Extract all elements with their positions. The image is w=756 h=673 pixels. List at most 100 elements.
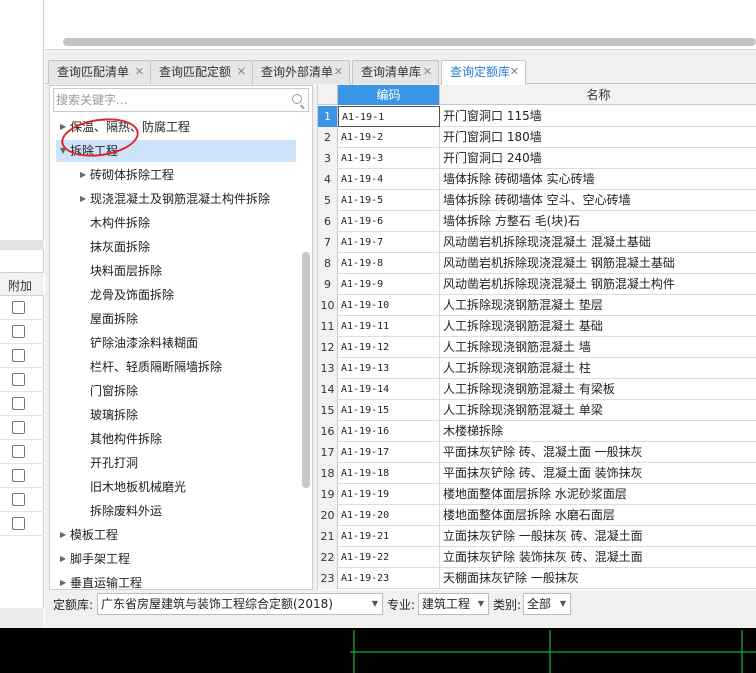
tab-quota-library[interactable]: 查询定额库 ✕: [441, 60, 526, 85]
table-row[interactable]: 10 A1-19-10 人工拆除现浇钢筋混凝土 垫层: [318, 295, 756, 316]
code-cell[interactable]: A1-19-12: [338, 337, 440, 358]
name-cell[interactable]: 风动凿岩机拆除现浇混凝土 混凝土基础: [440, 232, 756, 253]
close-icon[interactable]: ✕: [334, 61, 343, 83]
code-cell[interactable]: A1-19-9: [338, 274, 440, 295]
tree-item[interactable]: 其他构件拆除: [50, 428, 300, 450]
expand-right-icon[interactable]: ▶: [80, 188, 86, 210]
code-cell[interactable]: A1-19-17: [338, 442, 440, 463]
table-row[interactable]: 11 A1-19-11 人工拆除现浇钢筋混凝土 基础: [318, 316, 756, 337]
row-checkbox[interactable]: [12, 325, 25, 338]
tree-item[interactable]: 木构件拆除: [50, 212, 300, 234]
tree-scrollbar[interactable]: [302, 252, 310, 488]
tree-item[interactable]: 玻璃拆除: [50, 404, 300, 426]
expand-right-icon[interactable]: ▶: [80, 164, 86, 186]
code-cell[interactable]: A1-19-13: [338, 358, 440, 379]
magnifier-icon[interactable]: [292, 94, 302, 104]
name-cell[interactable]: 人工拆除现浇钢筋混凝土 基础: [440, 316, 756, 337]
table-row[interactable]: 2 A1-19-2 开门窗洞口 180墙: [318, 127, 756, 148]
name-cell[interactable]: 墙体拆除 砖砌墙体 空斗、空心砖墙: [440, 190, 756, 211]
tab-match-quota[interactable]: 查询匹配定额 ✕: [150, 60, 253, 84]
name-cell[interactable]: 平面抹灰铲除 砖、混凝土面 一般抹灰: [440, 442, 756, 463]
code-cell[interactable]: A1-19-3: [338, 148, 440, 169]
table-row[interactable]: 20 A1-19-20 楼地面整体面层拆除 水磨石面层: [318, 505, 756, 526]
search-input[interactable]: [56, 91, 284, 109]
code-cell[interactable]: A1-19-4: [338, 169, 440, 190]
table-row[interactable]: 14 A1-19-14 人工拆除现浇钢筋混凝土 有梁板: [318, 379, 756, 400]
table-row[interactable]: 17 A1-19-17 平面抹灰铲除 砖、混凝土面 一般抹灰: [318, 442, 756, 463]
table-row[interactable]: 9 A1-19-9 风动凿岩机拆除现浇混凝土 钢筋混凝土构件: [318, 274, 756, 295]
code-cell[interactable]: A1-19-16: [338, 421, 440, 442]
code-cell[interactable]: A1-19-1: [338, 106, 440, 127]
code-cell[interactable]: A1-19-7: [338, 232, 440, 253]
expand-right-icon[interactable]: ▶: [60, 572, 66, 589]
tree-item[interactable]: 开孔打洞: [50, 452, 300, 474]
tab-list-library[interactable]: 查询清单库 ✕: [352, 60, 439, 84]
name-cell[interactable]: 天棚面抹灰铲除 一般抹灰: [440, 568, 756, 589]
code-cell[interactable]: A1-19-10: [338, 295, 440, 316]
name-cell[interactable]: 墙体拆除 方整石 毛(块)石: [440, 211, 756, 232]
name-cell[interactable]: 立面抹灰铲除 一般抹灰 砖、混凝土面: [440, 526, 756, 547]
tab-external-list[interactable]: 查询外部清单 ✕: [252, 60, 350, 84]
name-cell[interactable]: 楼地面整体面层拆除 水磨石面层: [440, 505, 756, 526]
tree-item[interactable]: 拆除废料外运: [50, 500, 300, 522]
horizontal-scrollbar[interactable]: [63, 38, 756, 46]
name-cell[interactable]: 墙体拆除 砖砌墙体 实心砖墙: [440, 169, 756, 190]
close-icon[interactable]: ✕: [237, 61, 246, 83]
table-row[interactable]: 8 A1-19-8 风动凿岩机拆除现浇混凝土 钢筋混凝土基础: [318, 253, 756, 274]
code-cell[interactable]: A1-19-11: [338, 316, 440, 337]
code-cell[interactable]: A1-19-18: [338, 463, 440, 484]
close-icon[interactable]: ✕: [423, 61, 432, 83]
name-cell[interactable]: 开门窗洞口 240墙: [440, 148, 756, 169]
tree-item[interactable]: ▶ 垂直运输工程: [50, 572, 300, 589]
column-header-code[interactable]: 编码: [338, 85, 440, 105]
name-cell[interactable]: 风动凿岩机拆除现浇混凝土 钢筋混凝土构件: [440, 274, 756, 295]
name-cell[interactable]: 开门窗洞口 115墙: [440, 106, 756, 127]
row-checkbox[interactable]: [12, 445, 25, 458]
code-cell[interactable]: A1-19-2: [338, 127, 440, 148]
tree-item[interactable]: 铲除油漆涂料裱糊面: [50, 332, 300, 354]
table-row[interactable]: 23 A1-19-23 天棚面抹灰铲除 一般抹灰: [318, 568, 756, 589]
tree-item[interactable]: ▶ 脚手架工程: [50, 548, 300, 570]
table-row[interactable]: 13 A1-19-13 人工拆除现浇钢筋混凝土 柱: [318, 358, 756, 379]
row-checkbox[interactable]: [12, 421, 25, 434]
tree-item[interactable]: ▶ 模板工程: [50, 524, 300, 546]
row-checkbox[interactable]: [12, 469, 25, 482]
code-cell[interactable]: A1-19-21: [338, 526, 440, 547]
code-cell[interactable]: A1-19-6: [338, 211, 440, 232]
tab-match-list[interactable]: 查询匹配清单 ✕: [48, 60, 151, 84]
close-icon[interactable]: ✕: [135, 61, 144, 83]
row-checkbox[interactable]: [12, 373, 25, 386]
column-header-name[interactable]: 名称: [440, 85, 756, 105]
table-row[interactable]: 19 A1-19-19 楼地面整体面层拆除 水泥砂浆面层: [318, 484, 756, 505]
tree-item[interactable]: 屋面拆除: [50, 308, 300, 330]
code-cell[interactable]: A1-19-20: [338, 505, 440, 526]
table-row[interactable]: 6 A1-19-6 墙体拆除 方整石 毛(块)石: [318, 211, 756, 232]
name-cell[interactable]: 人工拆除现浇钢筋混凝土 墙: [440, 337, 756, 358]
row-checkbox[interactable]: [12, 517, 25, 530]
name-cell[interactable]: 平面抹灰铲除 砖、混凝土面 装饰抹灰: [440, 463, 756, 484]
table-row[interactable]: 21 A1-19-21 立面抹灰铲除 一般抹灰 砖、混凝土面: [318, 526, 756, 547]
table-row[interactable]: 3 A1-19-3 开门窗洞口 240墙: [318, 148, 756, 169]
table-row[interactable]: 18 A1-19-18 平面抹灰铲除 砖、混凝土面 装饰抹灰: [318, 463, 756, 484]
table-row[interactable]: 7 A1-19-7 风动凿岩机拆除现浇混凝土 混凝土基础: [318, 232, 756, 253]
name-cell[interactable]: 立面抹灰铲除 装饰抹灰 砖、混凝土面: [440, 547, 756, 568]
name-cell[interactable]: 开门窗洞口 180墙: [440, 127, 756, 148]
row-checkbox[interactable]: [12, 397, 25, 410]
name-cell[interactable]: 人工拆除现浇钢筋混凝土 单梁: [440, 400, 756, 421]
row-checkbox[interactable]: [12, 493, 25, 506]
expand-right-icon[interactable]: ▶: [60, 524, 66, 546]
table-row[interactable]: 4 A1-19-4 墙体拆除 砖砌墙体 实心砖墙: [318, 169, 756, 190]
tree-item[interactable]: 旧木地板机械磨光: [50, 476, 300, 498]
code-cell[interactable]: A1-19-14: [338, 379, 440, 400]
close-icon[interactable]: ✕: [510, 61, 519, 83]
tree-item[interactable]: 抹灰面拆除: [50, 236, 300, 258]
code-cell[interactable]: A1-19-22: [338, 547, 440, 568]
code-cell[interactable]: A1-19-15: [338, 400, 440, 421]
tree-item[interactable]: 块料面层拆除: [50, 260, 300, 282]
row-checkbox[interactable]: [12, 349, 25, 362]
name-cell[interactable]: 木楼梯拆除: [440, 421, 756, 442]
table-row[interactable]: 12 A1-19-12 人工拆除现浇钢筋混凝土 墙: [318, 337, 756, 358]
category-select[interactable]: 全部 ▼: [523, 593, 571, 615]
code-cell[interactable]: A1-19-5: [338, 190, 440, 211]
name-cell[interactable]: 人工拆除现浇钢筋混凝土 柱: [440, 358, 756, 379]
